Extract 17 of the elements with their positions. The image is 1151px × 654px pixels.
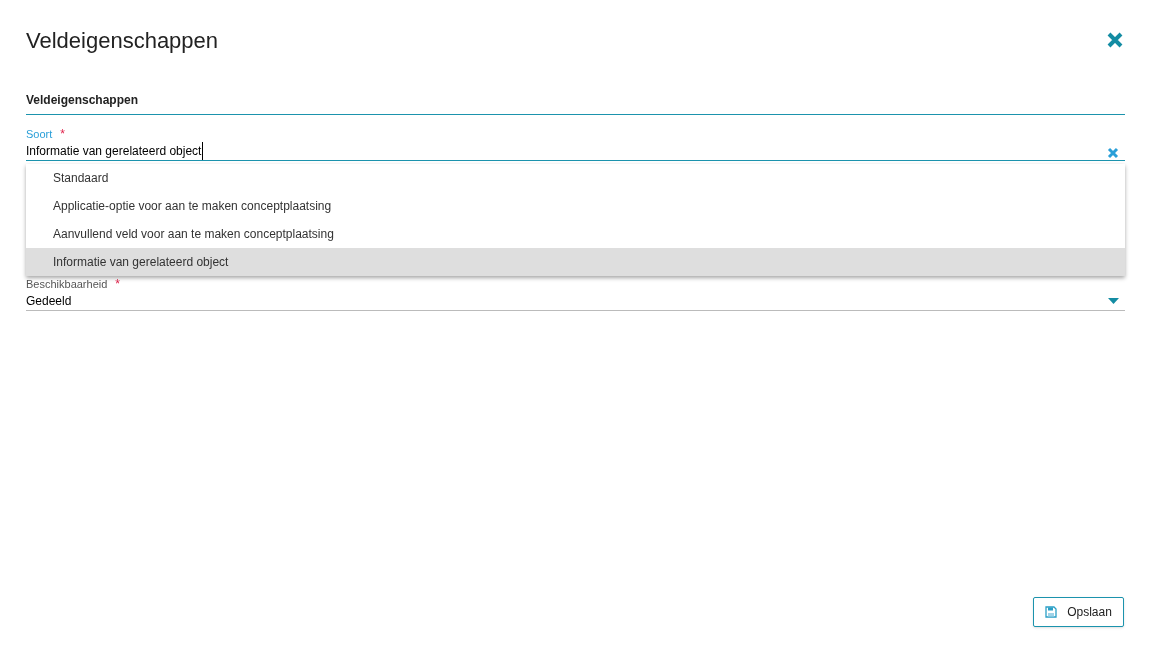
field-label: Soort	[26, 126, 53, 142]
dropdown-option[interactable]: Aanvullend veld voor aan te maken conceptplaatsing	[26, 220, 1125, 248]
section-heading: Veldeigenschappen	[26, 92, 140, 109]
required-asterisk-icon: *	[60, 128, 65, 140]
dialog-title: Veldeigenschappen	[26, 26, 219, 55]
dropdown-option[interactable]: Applicatie-optie voor aan te maken conceptplaatsing	[26, 192, 1125, 220]
close-icon	[1107, 32, 1123, 48]
dropdown-field[interactable]: Gedeeld	[26, 291, 1125, 311]
field-label: Beschikbaarheid	[26, 276, 108, 292]
required-asterisk-icon: *	[115, 278, 120, 290]
dropdown-option[interactable]: Informatie van gerelateerd object	[26, 248, 1125, 276]
dropdown-arrow-icon[interactable]	[1108, 297, 1119, 304]
save-button[interactable]: Opslaan	[1033, 597, 1124, 627]
dropdown-option[interactable]: Standaard	[26, 164, 1125, 192]
combo-box[interactable]: Informatie van gerelateerd object	[26, 141, 1125, 161]
close-button[interactable]	[1105, 30, 1125, 50]
clear-icon[interactable]	[1107, 146, 1119, 159]
